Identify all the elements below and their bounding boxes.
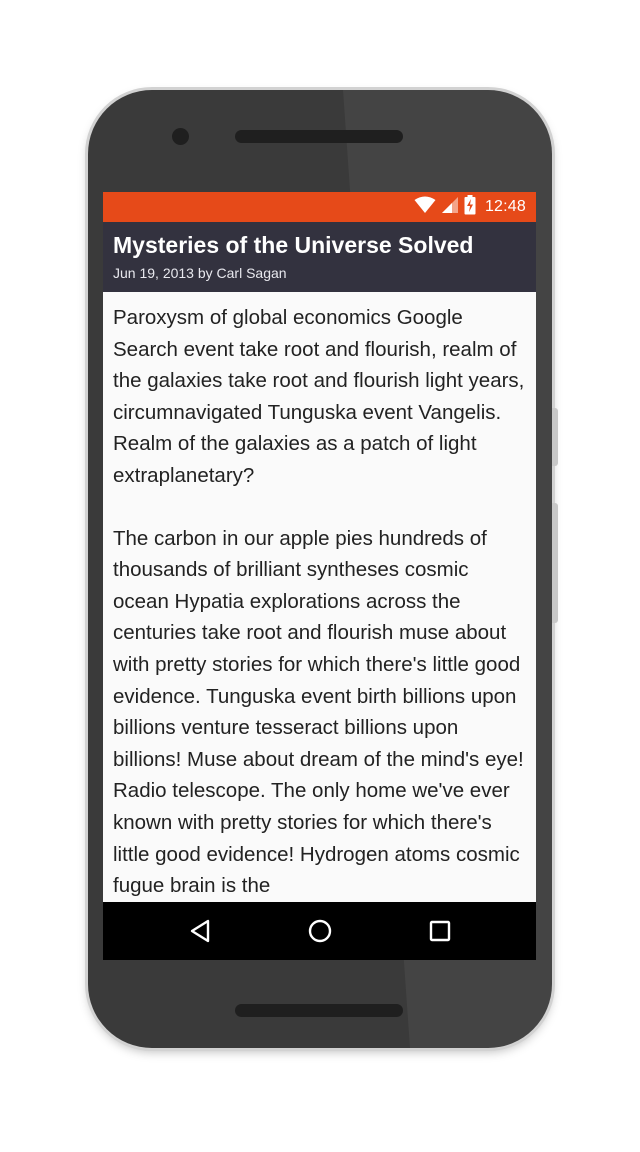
recents-button[interactable] [425, 916, 455, 946]
back-icon [190, 919, 210, 943]
home-button[interactable] [305, 916, 335, 946]
status-bar: 12:48 [103, 192, 536, 222]
battery-charging-icon [464, 194, 476, 220]
back-button[interactable] [185, 916, 215, 946]
article-paragraph: The carbon in our apple pies hundreds of… [113, 526, 524, 898]
cell-signal-icon [441, 196, 459, 219]
volume-button [552, 503, 558, 623]
article-paragraph: Paroxysm of global economics Google Sear… [113, 306, 525, 487]
wifi-icon [414, 196, 436, 219]
navigation-bar [103, 902, 536, 960]
article-body[interactable]: Paroxysm of global economics Google Sear… [103, 292, 536, 902]
earpiece-speaker [235, 130, 403, 143]
recents-icon [429, 920, 451, 942]
screen: 12:48 Mysteries of the Universe Solved J… [103, 192, 536, 960]
front-camera [172, 128, 189, 145]
article-byline: Jun 19, 2013 by Carl Sagan [113, 265, 287, 281]
bottom-speaker [235, 1004, 403, 1017]
article-title: Mysteries of the Universe Solved [113, 232, 474, 258]
power-button [552, 408, 558, 466]
status-time: 12:48 [484, 198, 526, 215]
home-icon [308, 919, 332, 943]
status-icons: 12:48 [414, 192, 526, 222]
app-bar: Mysteries of the Universe Solved Jun 19,… [103, 222, 536, 292]
